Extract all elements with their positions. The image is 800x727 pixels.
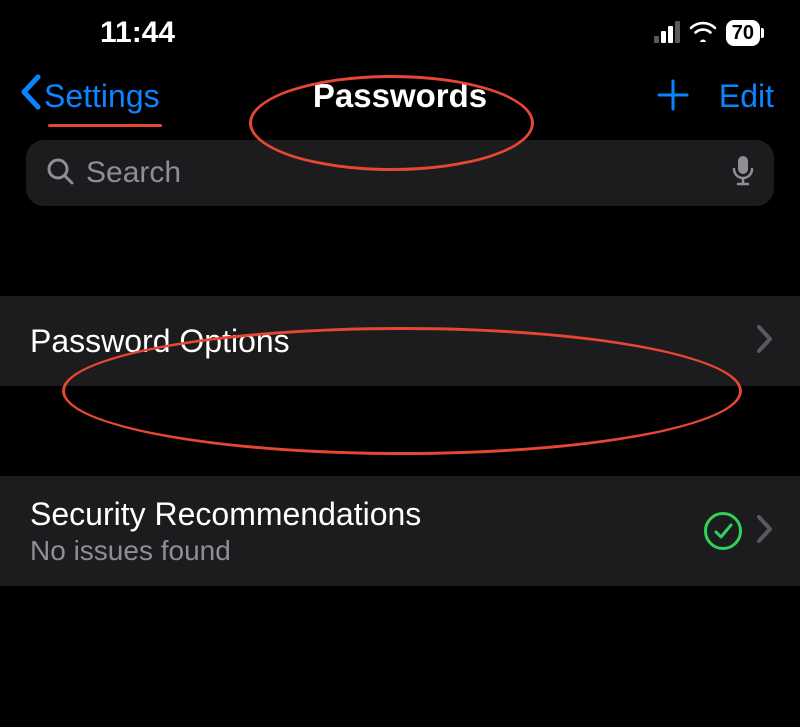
navigation-bar: Settings Passwords Edit [0,60,800,134]
battery-indicator: 70 [726,20,760,46]
row-subtitle: No issues found [30,535,421,567]
chevron-right-icon [756,324,774,359]
battery-level: 70 [732,22,754,45]
cellular-signal-icon [654,23,680,43]
chevron-left-icon [18,73,44,119]
plus-icon [657,76,689,120]
search-input[interactable]: Search [26,140,774,206]
wifi-icon [688,20,718,47]
status-indicators: 70 [654,20,760,47]
back-button[interactable]: Settings [18,73,160,119]
status-bar: 11:44 70 [0,0,800,60]
search-placeholder: Search [86,156,720,190]
status-time: 11:44 [100,16,175,50]
security-recommendations-row[interactable]: Security Recommendations No issues found [0,476,800,586]
password-options-row[interactable]: Password Options [0,296,800,386]
back-button-label: Settings [44,78,160,115]
annotation-underline [48,124,162,127]
page-title: Passwords [313,77,487,115]
checkmark-circle-icon [704,512,742,550]
row-title: Password Options [30,323,290,360]
chevron-right-icon [756,514,774,549]
microphone-icon[interactable] [732,155,754,192]
add-button[interactable] [657,79,689,114]
search-icon [46,157,74,190]
edit-button[interactable]: Edit [719,78,774,115]
row-title: Security Recommendations [30,496,421,533]
